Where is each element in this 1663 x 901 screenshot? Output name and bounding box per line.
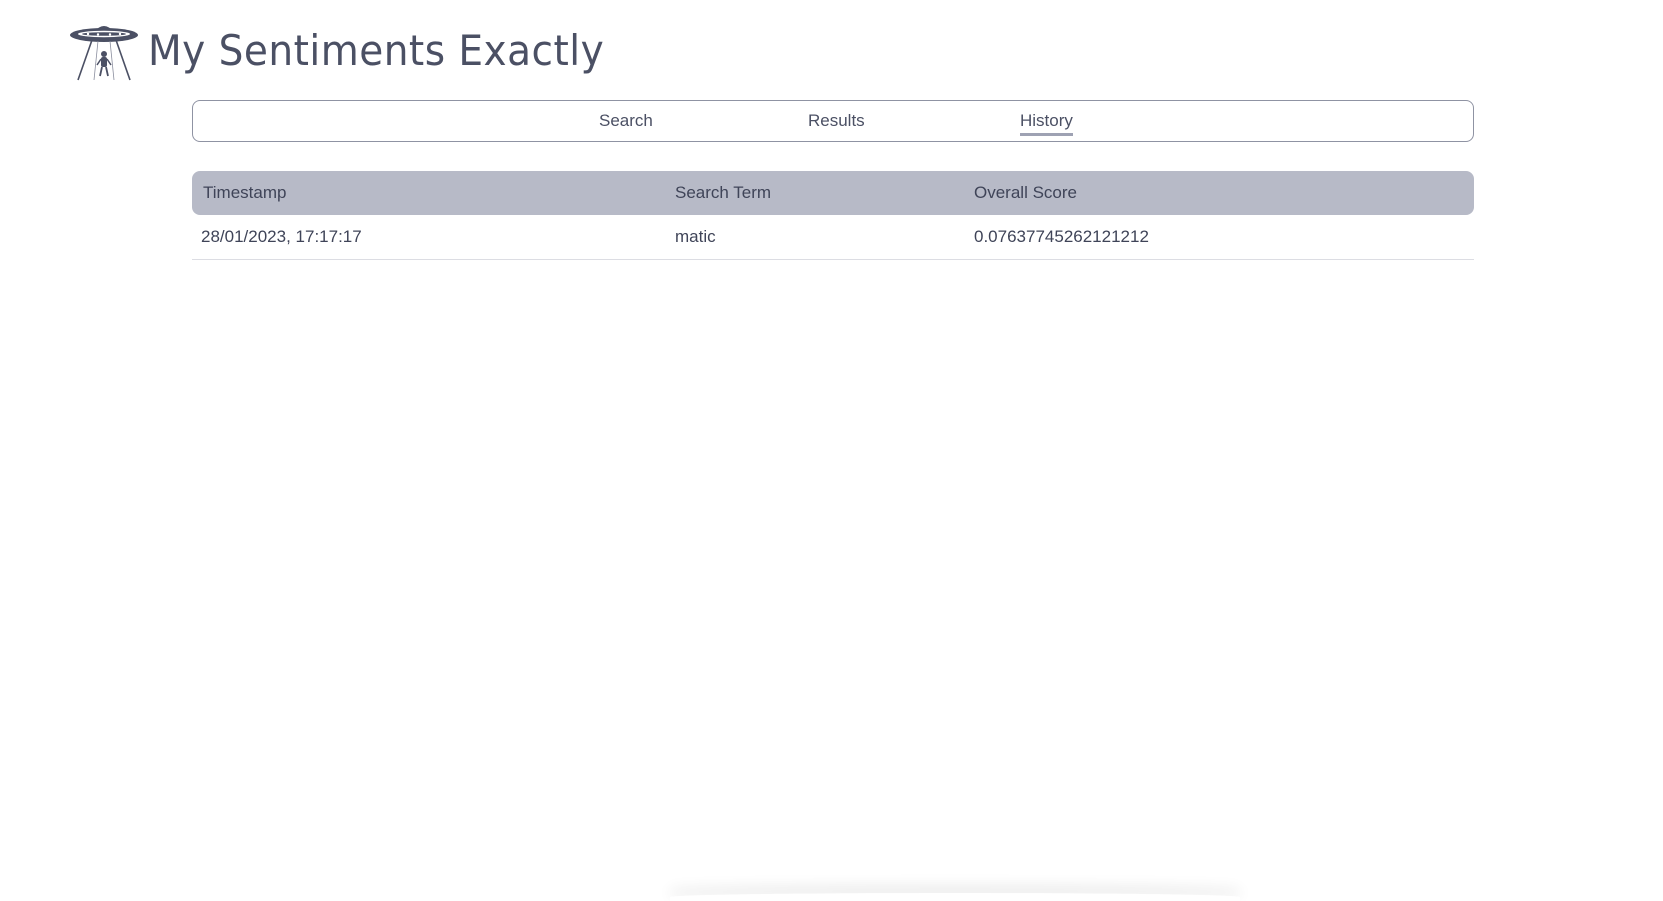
nav-tabs: Search Results History [192,100,1474,142]
tab-results[interactable]: Results [808,112,865,133]
column-header-search-term[interactable]: Search Term [675,184,771,202]
app-header: My Sentiments Exactly [68,20,639,82]
tab-search[interactable]: Search [599,112,653,133]
ufo-abduction-icon [70,26,138,81]
tab-history[interactable]: History [1020,112,1073,136]
cell-timestamp: 28/01/2023, 17:17:17 [201,227,362,246]
table-row[interactable]: 28/01/2023, 17:17:17 matic 0.07637745262… [192,215,1474,260]
column-header-overall-score[interactable]: Overall Score [974,184,1077,202]
app-title: My Sentiments Exactly [148,26,605,75]
cell-search-term: matic [675,227,716,246]
column-header-timestamp[interactable]: Timestamp [203,184,286,202]
page: My Sentiments Exactly Search Results His… [0,0,1663,901]
table-header: Timestamp Search Term Overall Score [192,171,1474,215]
cell-overall-score: 0.07637745262121212 [974,227,1149,246]
history-table: Timestamp Search Term Overall Score 28/0… [192,171,1474,260]
bottom-drawer-edge [670,893,1240,901]
